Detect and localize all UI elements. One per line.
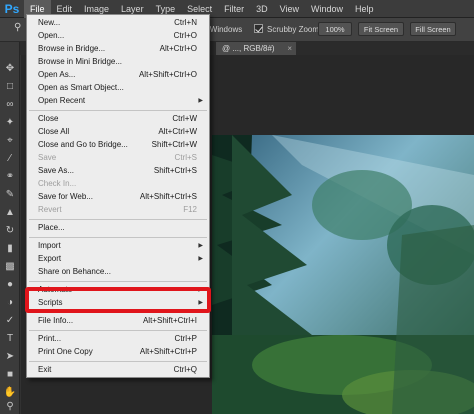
menu-separator	[29, 281, 207, 282]
crop-icon[interactable]: ⌖	[3, 134, 17, 148]
menu-item-close-all[interactable]: Close All Alt+Ctrl+W	[27, 126, 209, 138]
clone-stamp-icon[interactable]: ▲	[3, 206, 17, 220]
menu-separator	[29, 361, 207, 362]
document-tab-title: @ ..., RGB/8#)	[222, 44, 275, 53]
submenu-arrow-icon: ▶	[198, 243, 203, 249]
menu-item-share-behance[interactable]: Share on Behance...	[27, 266, 209, 278]
menu-window[interactable]: Window	[305, 0, 349, 18]
document-tab[interactable]: @ ..., RGB/8#) ×	[216, 42, 296, 55]
menu-item-open[interactable]: Open... Ctrl+O	[27, 30, 209, 42]
file-menu-dropdown: New... Ctrl+N Open... Ctrl+O Browse in Bri…	[26, 14, 210, 378]
type-icon[interactable]: T	[3, 332, 17, 346]
fit-screen-button[interactable]: Fit Screen	[358, 22, 404, 36]
menu-item-check-in[interactable]: Check In...	[27, 178, 209, 190]
scrubby-zoom-label: Scrubby Zoom	[267, 25, 320, 34]
menu-item-place[interactable]: Place...	[27, 222, 209, 234]
dodge-icon[interactable]: ◑	[3, 296, 17, 310]
blur-icon[interactable]: ●	[3, 278, 17, 292]
menu-item-exit[interactable]: Exit Ctrl+Q	[27, 364, 209, 376]
marquee-icon[interactable]: □	[3, 80, 17, 94]
pen-icon[interactable]: ✓	[3, 314, 17, 328]
scrubby-zoom-option[interactable]: Scrubby Zoom	[254, 22, 319, 37]
menu-item-browse-mini-bridge[interactable]: Browse in Mini Bridge...	[27, 56, 209, 68]
menu-separator	[29, 330, 207, 331]
menu-item-save-for-web[interactable]: Save for Web... Alt+Shift+Ctrl+S	[27, 191, 209, 203]
tools-panel: ✥ □ ∞ ✦ ⌖ ⁄ ⚭ ✎ ▲ ↻ ▮ ▩ ● ◑ ✓ T ➤ ■ ✋ ⚲	[0, 42, 20, 414]
menu-item-print[interactable]: Print... Ctrl+P	[27, 333, 209, 345]
shape-icon[interactable]: ■	[3, 368, 17, 382]
submenu-arrow-icon: ▶	[198, 256, 203, 262]
menu-filter[interactable]: Filter	[218, 0, 250, 18]
history-brush-icon[interactable]: ↻	[3, 224, 17, 238]
menu-help[interactable]: Help	[349, 0, 380, 18]
close-tab-icon[interactable]: ×	[287, 42, 292, 55]
photoshop-logo: Ps	[4, 1, 20, 16]
menu-item-open-recent[interactable]: Open Recent ▶	[27, 95, 209, 107]
menu-item-export[interactable]: Export ▶	[27, 253, 209, 265]
gradient-icon[interactable]: ▩	[3, 260, 17, 274]
menu-separator	[29, 110, 207, 111]
scripts-highlight-box	[25, 287, 211, 313]
move-icon[interactable]: ✥	[3, 62, 17, 76]
menu-3d[interactable]: 3D	[250, 0, 274, 18]
forest-painting-image[interactable]	[212, 135, 474, 414]
submenu-arrow-icon: ▶	[198, 98, 203, 104]
menu-item-close-go-bridge[interactable]: Close and Go to Bridge... Shift+Ctrl+W	[27, 139, 209, 151]
menu-separator	[29, 237, 207, 238]
menu-item-new[interactable]: New... Ctrl+N	[27, 17, 209, 29]
zoom-icon[interactable]: ⚲	[3, 400, 17, 414]
lasso-icon[interactable]: ∞	[3, 98, 17, 112]
menu-item-save[interactable]: Save Ctrl+S	[27, 152, 209, 164]
eraser-icon[interactable]: ▮	[3, 242, 17, 256]
hand-icon[interactable]: ✋	[3, 386, 17, 400]
eyedropper-icon[interactable]: ⁄	[3, 152, 17, 166]
scrubby-zoom-checkbox[interactable]	[254, 24, 263, 33]
menu-item-save-as[interactable]: Save As... Shift+Ctrl+S	[27, 165, 209, 177]
zoom-tool-icon[interactable]: ⚲	[14, 22, 21, 33]
menu-separator	[29, 219, 207, 220]
fill-screen-button[interactable]: Fill Screen	[410, 22, 456, 36]
menu-item-open-smart-object[interactable]: Open as Smart Object...	[27, 82, 209, 94]
menu-item-open-as[interactable]: Open As... Alt+Shift+Ctrl+O	[27, 69, 209, 81]
menu-item-browse-bridge[interactable]: Browse in Bridge... Alt+Ctrl+O	[27, 43, 209, 55]
menu-item-file-info[interactable]: File Info... Alt+Shift+Ctrl+I	[27, 315, 209, 327]
quick-select-icon[interactable]: ✦	[3, 116, 17, 130]
forest-painting-svg	[212, 135, 474, 414]
brush-icon[interactable]: ✎	[3, 188, 17, 202]
zoom-100-button[interactable]: 100%	[318, 22, 352, 36]
menu-view[interactable]: View	[274, 0, 305, 18]
healing-icon[interactable]: ⚭	[3, 170, 17, 184]
menu-item-close[interactable]: Close Ctrl+W	[27, 113, 209, 125]
menu-item-print-one-copy[interactable]: Print One Copy Alt+Shift+Ctrl+P	[27, 346, 209, 358]
menu-item-import[interactable]: Import ▶	[27, 240, 209, 252]
path-select-icon[interactable]: ➤	[3, 350, 17, 364]
menu-item-revert[interactable]: Revert F12	[27, 204, 209, 216]
